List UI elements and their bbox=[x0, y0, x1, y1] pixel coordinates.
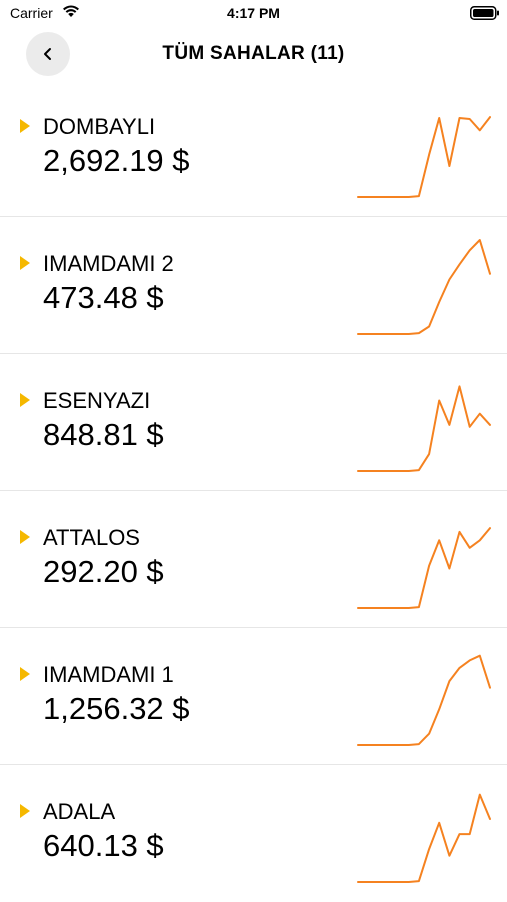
sparkline-series bbox=[357, 654, 491, 746]
site-row[interactable]: ESENYAZI 848.81 $ bbox=[0, 354, 507, 491]
caret-right-icon bbox=[20, 667, 30, 681]
site-name: IMAMDAMI 2 bbox=[43, 251, 174, 276]
battery-icon bbox=[470, 6, 499, 20]
site-name: ESENYAZI bbox=[43, 388, 151, 413]
site-amount: 848.81 $ bbox=[43, 417, 164, 452]
sparkline-chart bbox=[357, 793, 491, 883]
page-title: TÜM SAHALAR (11) bbox=[162, 43, 345, 64]
site-amount: 473.48 $ bbox=[43, 280, 164, 315]
site-name: IMAMDAMI 1 bbox=[43, 662, 174, 687]
site-name: ADALA bbox=[43, 799, 116, 824]
caret-right-icon bbox=[20, 393, 30, 407]
site-list: DOMBAYLI 2,692.19 $ IMAMDAMI 2 473.48 $ … bbox=[0, 80, 507, 902]
sparkline-series bbox=[357, 793, 491, 883]
caret-right-icon bbox=[20, 530, 30, 544]
site-row[interactable]: ADALA 640.13 $ bbox=[0, 765, 507, 902]
site-amount: 640.13 $ bbox=[43, 828, 164, 863]
sparkline-chart bbox=[357, 654, 491, 746]
navigation-bar: TÜM SAHALAR (11) bbox=[0, 28, 507, 82]
status-bar: Carrier 4:17 PM bbox=[0, 0, 507, 28]
sparkline-series bbox=[357, 385, 491, 472]
clock: 4:17 PM bbox=[227, 5, 280, 21]
sparkline-chart bbox=[357, 239, 491, 335]
site-row[interactable]: IMAMDAMI 1 1,256.32 $ bbox=[0, 628, 507, 765]
caret-right-icon bbox=[20, 804, 30, 818]
sparkline-series bbox=[357, 116, 491, 198]
sparkline-series bbox=[357, 527, 491, 609]
site-row[interactable]: ATTALOS 292.20 $ bbox=[0, 491, 507, 628]
site-amount: 1,256.32 $ bbox=[43, 691, 190, 726]
sparkline-chart bbox=[357, 116, 491, 198]
site-name: ATTALOS bbox=[43, 525, 140, 550]
sparkline-series bbox=[357, 239, 491, 335]
sparkline-chart bbox=[357, 385, 491, 472]
site-amount: 292.20 $ bbox=[43, 554, 164, 589]
sparkline-chart bbox=[357, 527, 491, 609]
site-row[interactable]: DOMBAYLI 2,692.19 $ bbox=[0, 80, 507, 217]
caret-right-icon bbox=[20, 256, 30, 270]
site-name: DOMBAYLI bbox=[43, 114, 156, 139]
caret-right-icon bbox=[20, 119, 30, 133]
site-amount: 2,692.19 $ bbox=[43, 143, 190, 178]
site-row[interactable]: IMAMDAMI 2 473.48 $ bbox=[0, 217, 507, 354]
